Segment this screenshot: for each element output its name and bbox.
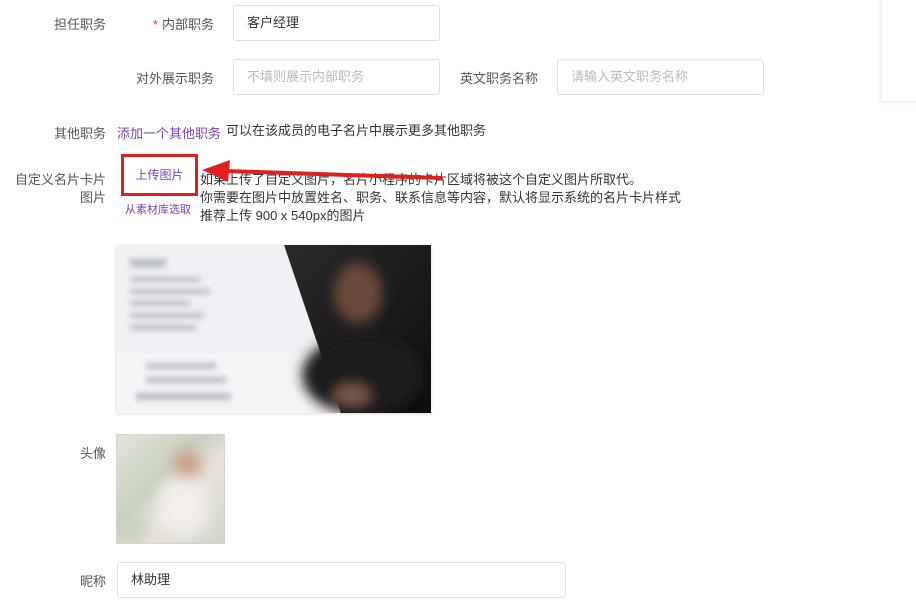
- card-image-preview: [116, 245, 431, 413]
- other-positions-label: 其他职务: [53, 126, 106, 141]
- nickname-input[interactable]: 林助理: [117, 562, 566, 598]
- avatar-image[interactable]: [116, 434, 225, 544]
- select-from-library-link[interactable]: 从素材库选取: [125, 201, 191, 217]
- custom-card-label: 自定义名片卡片 图片: [10, 171, 106, 207]
- external-position-label: 对外展示职务: [135, 71, 214, 86]
- red-arrow-annotation-icon: [202, 160, 443, 182]
- custom-card-hint-line3: 推荐上传 900 x 540px的图片: [200, 208, 366, 223]
- required-mark: *: [152, 17, 158, 32]
- add-other-position-link[interactable]: 添加一个其他职务: [117, 123, 221, 142]
- custom-card-hint-line2: 你需要在图片中放置姓名、职务、联系信息等内容，默认将显示系统的名片卡片样式: [200, 190, 682, 205]
- side-panel: [881, 0, 916, 102]
- other-positions-hint: 可以在该成员的电子名片中展示更多其他职务: [226, 123, 487, 138]
- member-edit-form: 担任职务 * 内部职务 客户经理 对外展示职务 不填则展示内部职务 英文职务名称 …: [0, 0, 916, 612]
- nickname-label: 昵称: [79, 574, 106, 589]
- custom-card-label-line2: 图片: [79, 190, 106, 205]
- external-position-input[interactable]: 不填则展示内部职务: [233, 59, 440, 95]
- upload-image-button[interactable]: 上传图片: [121, 154, 198, 196]
- business-card-image-icon: [116, 245, 431, 413]
- english-position-input[interactable]: 请输入英文职务名称: [557, 59, 764, 95]
- internal-position-label: * 内部职务: [126, 14, 214, 33]
- avatar-label: 头像: [79, 446, 106, 461]
- english-position-label: 英文职务名称: [459, 71, 538, 86]
- internal-position-input[interactable]: 客户经理: [233, 5, 440, 41]
- avatar-image-icon: [117, 449, 209, 543]
- custom-card-label-line1: 自定义名片卡片: [14, 172, 106, 187]
- internal-position-label-text: 内部职务: [161, 17, 214, 32]
- upload-image-label: 上传图片: [135, 168, 184, 182]
- position-label: 担任职务: [53, 17, 106, 32]
